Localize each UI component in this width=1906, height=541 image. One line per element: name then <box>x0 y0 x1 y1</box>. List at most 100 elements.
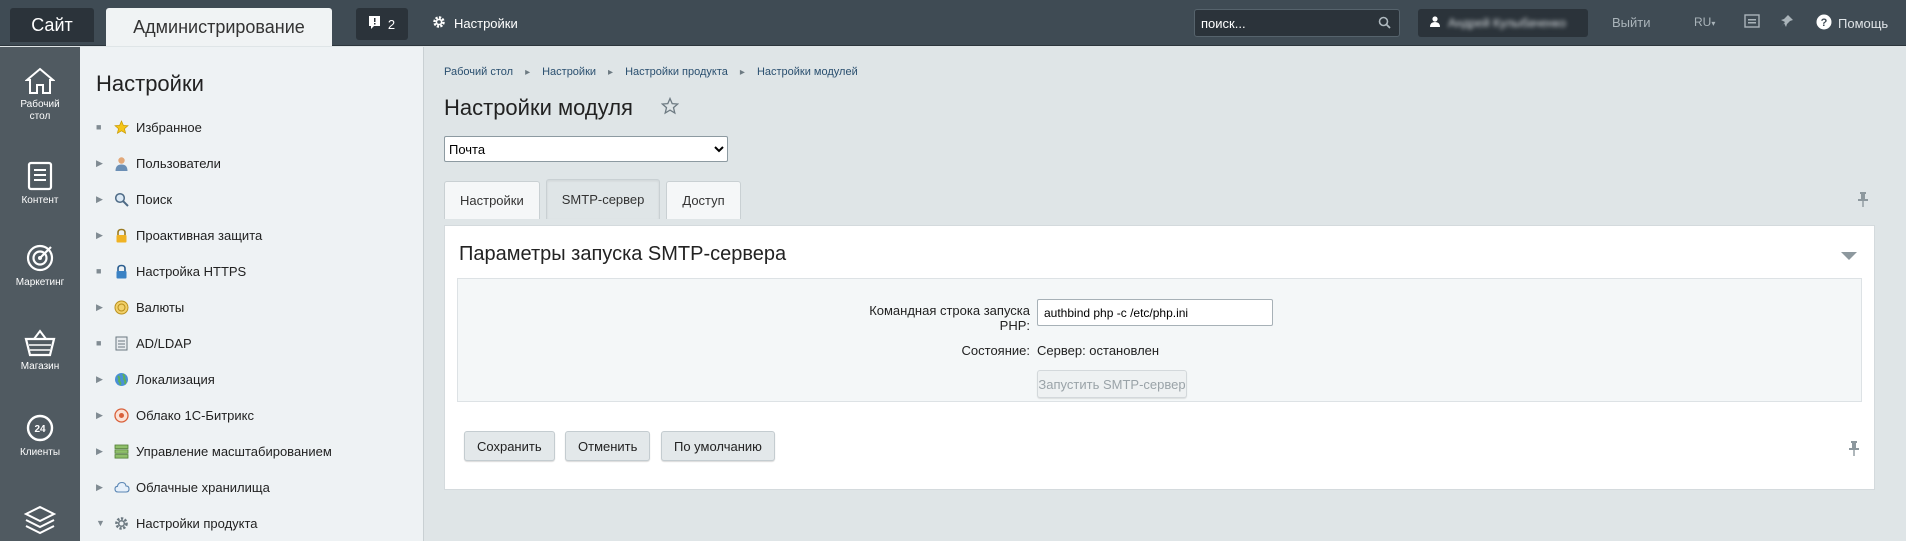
clock-24-icon: 24 <box>26 414 54 442</box>
left-nav-bar: Рабочий стол Контент Маркетинг Магазин 2… <box>0 47 80 541</box>
favorite-star-icon[interactable] <box>660 96 680 120</box>
nav-clients[interactable]: 24 Клиенты <box>0 413 80 459</box>
breadcrumb-item[interactable]: Рабочий стол <box>444 66 513 78</box>
breadcrumb-item[interactable]: Настройки продукта <box>625 66 728 78</box>
panel-toggle-icon[interactable] <box>1744 14 1760 33</box>
help-label: Помощь <box>1838 16 1889 31</box>
admin-tab[interactable]: Администрирование <box>106 8 332 46</box>
nav-shop[interactable]: Магазин <box>0 329 80 373</box>
globe-icon <box>114 372 136 387</box>
tab-settings[interactable]: Настройки <box>444 181 540 219</box>
cloud-icon <box>114 480 136 494</box>
nav-marketing-label: Маркетинг <box>15 277 65 288</box>
menu-item-localization[interactable]: ▶ Локализация <box>96 369 215 389</box>
start-smtp-button[interactable]: Запустить SMTP-сервер <box>1037 370 1187 398</box>
collapse-triangle-icon[interactable] <box>1840 248 1858 266</box>
top-bar: Сайт Администрирование 2 Настройки Андре… <box>0 0 1906 46</box>
language-selector[interactable]: RU▾ <box>1694 15 1715 29</box>
nav-marketing[interactable]: Маркетинг <box>0 243 80 289</box>
nav-content[interactable]: Контент <box>0 161 80 207</box>
breadcrumb-item[interactable]: Настройки модулей <box>757 66 858 78</box>
chevron-right-icon: ▶ <box>96 193 103 204</box>
gear-icon <box>432 15 446 32</box>
cancel-button[interactable]: Отменить <box>565 431 651 461</box>
menu-item-bitrix-cloud[interactable]: ▶ Облако 1С-Битрикс <box>96 405 254 425</box>
default-button[interactable]: По умолчанию <box>661 431 775 461</box>
chevron-right-icon: ▶ <box>96 445 103 456</box>
notification-flag-icon <box>368 16 380 32</box>
menu-item-label: Облако 1С-Битрикс <box>136 407 254 423</box>
menu-item-scaling[interactable]: ▶ Управление масштабированием <box>96 441 332 461</box>
chevron-right-icon: ▶ <box>96 229 103 240</box>
chevron-down-icon: ▼ <box>96 518 105 528</box>
notifications-count: 2 <box>387 16 396 32</box>
save-button[interactable]: Сохранить <box>464 431 555 461</box>
logout-link[interactable]: Выйти <box>1612 15 1651 30</box>
smtp-form: Командная строка запуска PHP: Состояние:… <box>457 278 1862 402</box>
menu-item-label: Валюты <box>136 299 185 315</box>
chevron-down-icon: ▾ <box>1711 19 1716 28</box>
menu-item-cloud-storage[interactable]: ▶ Облачные хранилища <box>96 477 270 497</box>
layers-icon <box>24 505 56 535</box>
scale-icon <box>114 444 136 459</box>
search-box <box>1194 9 1400 37</box>
menu-item-proactive[interactable]: ▶ Проактивная защита <box>96 225 262 245</box>
settings-link[interactable]: Настройки <box>432 14 518 32</box>
menu-item-label: AD/LDAP <box>136 335 192 351</box>
nav-desktop-label: Рабочий стол <box>20 99 60 122</box>
settings-link-label: Настройки <box>454 15 518 31</box>
chevron-right-icon: ▶ <box>96 373 103 384</box>
cloud-bitrix-icon <box>114 407 136 423</box>
menu-item-label: Поиск <box>136 191 173 207</box>
chevron-right-icon: ▸ <box>608 66 614 78</box>
target-icon <box>26 244 54 272</box>
tabs: Настройки SMTP-сервер Доступ <box>444 179 741 219</box>
menu-item-favorites[interactable]: ■ Избранное <box>96 117 202 137</box>
pin-icon[interactable] <box>1780 14 1794 33</box>
pin-icon[interactable] <box>1857 191 1869 212</box>
smtp-panel: Параметры запуска SMTP-сервера Командная… <box>444 225 1875 490</box>
tab-access[interactable]: Доступ <box>666 181 741 219</box>
user-icon <box>114 156 136 171</box>
menu-item-label: Пользователи <box>136 155 221 171</box>
nav-shop-label: Магазин <box>20 361 60 372</box>
php-command-input[interactable] <box>1037 299 1273 326</box>
bullet-icon: ■ <box>96 266 102 276</box>
nav-desktop[interactable]: Рабочий стол <box>0 67 80 123</box>
main-content: Рабочий стол ▸ Настройки ▸ Настройки про… <box>425 47 1906 541</box>
menu-item-currencies[interactable]: ▶ Валюты <box>96 297 184 317</box>
menu-item-label: Избранное <box>136 119 202 135</box>
document-icon <box>27 161 53 191</box>
server-icon <box>114 336 136 351</box>
https-lock-icon <box>114 264 136 279</box>
menu-title: Настройки <box>96 71 204 96</box>
coin-icon <box>114 300 136 315</box>
user-name: Андрей Кулыбаченко <box>1448 16 1566 30</box>
chevron-right-icon: ▸ <box>525 66 531 78</box>
search-icon[interactable] <box>1378 16 1391 34</box>
help-link[interactable]: ? Помощь <box>1816 14 1888 33</box>
menu-item-ldap[interactable]: ■ AD/LDAP <box>96 333 192 353</box>
menu-item-users[interactable]: ▶ Пользователи <box>96 153 221 173</box>
menu-item-https[interactable]: ■ Настройка HTTPS <box>96 261 246 281</box>
breadcrumb-item[interactable]: Настройки <box>542 66 596 78</box>
magnifier-icon <box>114 192 136 207</box>
chevron-right-icon: ▶ <box>96 481 103 492</box>
star-icon <box>114 119 136 135</box>
pin-icon[interactable] <box>1848 440 1860 461</box>
user-button[interactable]: Андрей Кулыбаченко <box>1418 9 1588 37</box>
basket-icon <box>24 329 56 357</box>
lock-icon <box>114 228 136 243</box>
tab-smtp-server[interactable]: SMTP-сервер <box>545 179 661 219</box>
module-select[interactable]: Почта <box>444 136 728 162</box>
nav-clients-label: Клиенты <box>19 447 61 458</box>
notifications-button[interactable]: 2 <box>356 8 408 40</box>
menu-item-product-settings[interactable]: ▼ Настройки продукта <box>96 513 258 533</box>
page-title: Настройки модуля <box>444 95 633 120</box>
menu-item-search[interactable]: ▶ Поиск <box>96 189 172 209</box>
site-tab[interactable]: Сайт <box>10 8 94 42</box>
home-icon <box>25 67 55 94</box>
search-input[interactable] <box>1195 10 1365 36</box>
nav-services[interactable] <box>0 505 80 539</box>
chevron-right-icon: ▶ <box>96 301 103 312</box>
